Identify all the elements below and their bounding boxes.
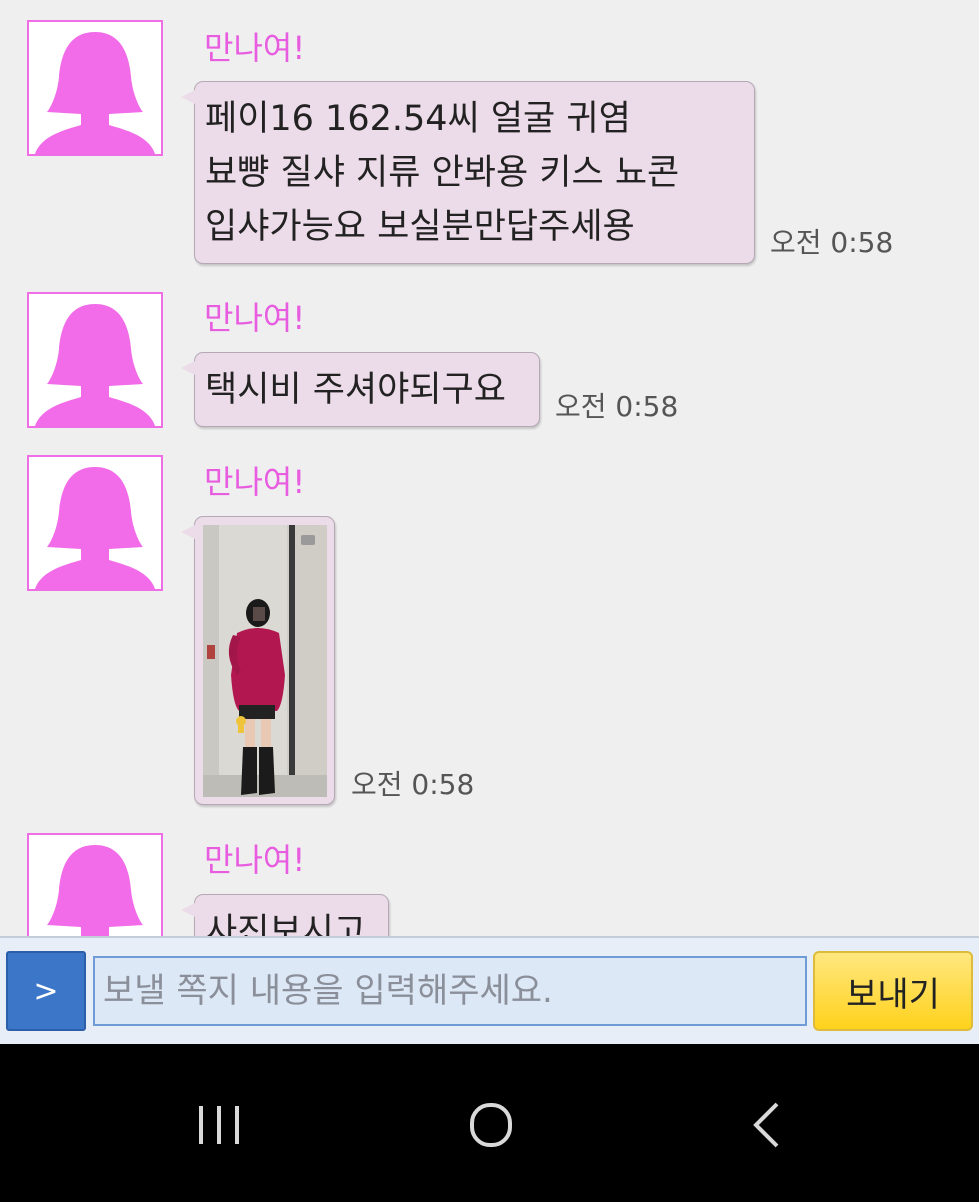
sender-name: 만나여! [204, 299, 306, 337]
photo-bubble[interactable] [181, 516, 335, 805]
sender-name: 만나여! [204, 463, 306, 501]
profile-avatar[interactable] [27, 20, 163, 156]
bubble-tail [181, 903, 195, 917]
sender-name: 만나여! [204, 841, 306, 879]
bubble-tail [181, 90, 195, 104]
photo-image [203, 525, 327, 797]
message-text-line: 뵤뺭 질샤 지류 안봐용 키스 뇨콘 [205, 153, 680, 193]
recent-apps-icon[interactable] [184, 1090, 254, 1160]
menu-toggle-button[interactable]: > [6, 951, 86, 1031]
mirror-selfie-photo[interactable] [203, 525, 327, 797]
bubble-tail [181, 361, 195, 375]
profile-avatar[interactable] [27, 292, 163, 428]
message-text-line: 택시비 주셔야되구요 [205, 370, 506, 410]
person-silhouette-icon [35, 304, 155, 426]
person-silhouette-icon [47, 845, 143, 936]
bubble-tail [181, 525, 195, 539]
message-time: 오전 0:58 [770, 226, 894, 259]
message-bubble[interactable]: 사진보시고 [181, 894, 389, 936]
home-icon[interactable] [456, 1090, 526, 1160]
message-time: 오전 0:58 [351, 768, 475, 801]
message-input[interactable] [93, 956, 807, 1026]
system-navigation-bar [0, 1044, 979, 1202]
message-text-line: 페이16 162.54씨 얼굴 귀염 [205, 99, 631, 139]
back-icon[interactable] [732, 1090, 802, 1160]
person-silhouette-icon [35, 32, 155, 154]
message-composer: > 보내기 [0, 936, 979, 1044]
sender-name: 만나여! [204, 29, 306, 67]
profile-avatar[interactable] [27, 833, 163, 936]
message-text-line: 입샤가능요 보실분만답주세용 [205, 207, 635, 247]
message-bubble[interactable]: 택시비 주셔야되구요 [181, 352, 540, 427]
chat-area[interactable]: 만나여! 페이16 162.54씨 얼굴 귀염 뵤뺭 질샤 지류 안봐용 키스 … [0, 0, 979, 936]
send-button[interactable]: 보내기 [813, 951, 973, 1031]
person-silhouette-icon [35, 467, 155, 589]
message-text-line: 사진보시고 [205, 912, 367, 936]
message-bubble[interactable]: 페이16 162.54씨 얼굴 귀염 뵤뺭 질샤 지류 안봐용 키스 뇨콘 입샤… [181, 81, 755, 264]
message-time: 오전 0:58 [555, 390, 679, 423]
profile-avatar[interactable] [27, 455, 163, 591]
